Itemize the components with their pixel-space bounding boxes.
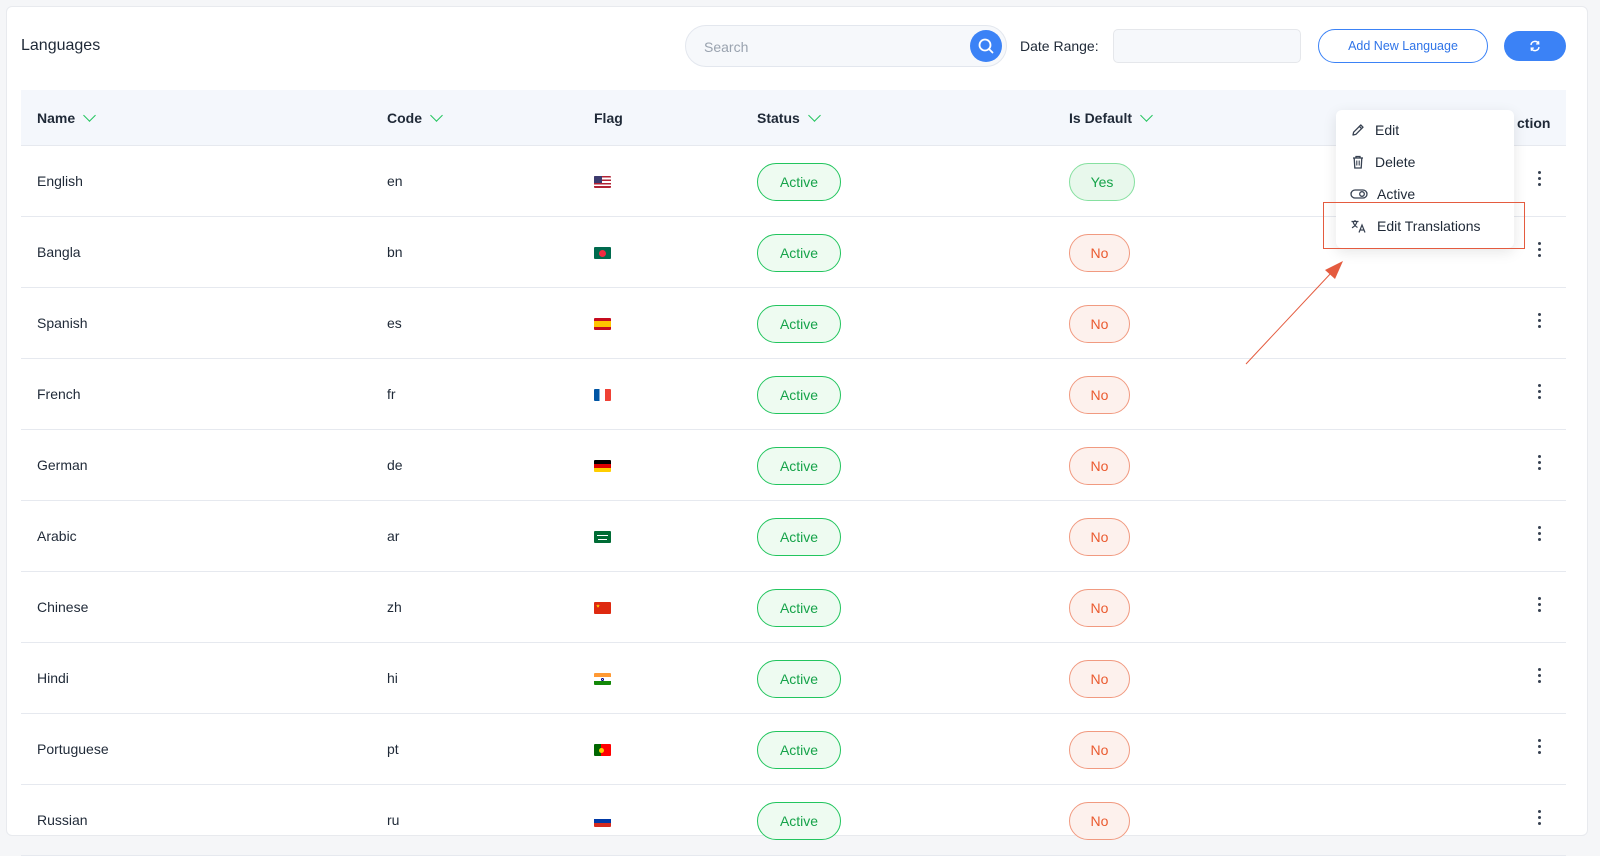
sort-chevron-icon: [83, 109, 97, 122]
language-name: Bangla: [37, 244, 81, 260]
search-input[interactable]: [704, 36, 954, 58]
table-row: French fr Active No: [21, 359, 1566, 430]
default-badge: No: [1069, 447, 1130, 485]
status-badge: Active: [757, 376, 841, 414]
language-code: es: [387, 315, 402, 331]
column-header-name[interactable]: Name: [37, 109, 97, 126]
refresh-icon: [1530, 40, 1540, 52]
date-range-input[interactable]: [1113, 29, 1301, 63]
language-code: ar: [387, 528, 400, 544]
flag-cn-icon: [594, 602, 611, 614]
status-badge: Active: [757, 163, 841, 201]
default-badge: No: [1069, 376, 1130, 414]
default-badge: Yes: [1069, 163, 1135, 201]
menu-item-edit[interactable]: Edit: [1350, 119, 1399, 141]
row-actions-menu-icon[interactable]: [1531, 805, 1547, 829]
default-badge: No: [1069, 589, 1130, 627]
refresh-button[interactable]: [1504, 31, 1566, 61]
status-badge: Active: [757, 660, 841, 698]
row-actions-menu-icon[interactable]: [1531, 521, 1547, 545]
status-badge: Active: [757, 518, 841, 556]
table-row: Spanish es Active No: [21, 288, 1566, 359]
row-actions-menu-icon[interactable]: [1531, 379, 1547, 403]
row-actions-menu-icon[interactable]: [1531, 237, 1547, 261]
status-badge: Active: [757, 305, 841, 343]
flag-de-icon: [594, 460, 611, 472]
add-language-button[interactable]: Add New Language: [1318, 29, 1488, 63]
default-badge: No: [1069, 234, 1130, 272]
flag-pt-icon: [594, 744, 611, 756]
sort-chevron-icon: [1140, 109, 1153, 122]
language-name: Portuguese: [37, 741, 109, 757]
column-header-action: ction: [1517, 115, 1551, 131]
table-row: Arabic ar Active No: [21, 501, 1566, 572]
default-badge: No: [1069, 660, 1130, 698]
pencil-icon: [1352, 124, 1364, 136]
sort-chevron-icon: [430, 109, 443, 122]
annotation-highlight-box: [1323, 202, 1525, 249]
language-name: Spanish: [37, 315, 88, 331]
toolbar: Languages Date Range: Add New Language: [7, 7, 1587, 89]
flag-ru-icon: [594, 815, 611, 827]
row-actions-menu-icon[interactable]: [1531, 308, 1547, 332]
language-name: German: [37, 457, 88, 473]
column-header-is-default[interactable]: Is Default: [1069, 109, 1153, 126]
flag-sa-icon: [594, 531, 611, 543]
language-code: hi: [387, 670, 398, 686]
row-actions-menu-icon[interactable]: [1531, 663, 1547, 687]
default-badge: No: [1069, 731, 1130, 769]
flag-in-icon: [594, 673, 611, 685]
date-range-label: Date Range:: [1020, 38, 1099, 54]
flag-bd-icon: [594, 247, 611, 259]
language-code: ru: [387, 812, 400, 828]
row-actions-menu-icon[interactable]: [1531, 734, 1547, 758]
row-actions-menu-icon[interactable]: [1531, 166, 1547, 190]
table-row: German de Active No: [21, 430, 1566, 501]
search-button[interactable]: [970, 30, 1002, 62]
row-actions-menu-icon[interactable]: [1531, 592, 1547, 616]
toggle-icon: [1350, 189, 1368, 199]
menu-item-delete[interactable]: Delete: [1350, 151, 1415, 173]
default-badge: No: [1069, 305, 1130, 343]
language-code: de: [387, 457, 403, 473]
flag-fr-icon: [594, 389, 611, 401]
search-box[interactable]: [685, 25, 1007, 67]
status-badge: Active: [757, 234, 841, 272]
table-header: Name Code Flag Status Is Default: [21, 90, 1566, 146]
status-badge: Active: [757, 731, 841, 769]
language-name: French: [37, 386, 81, 402]
column-header-code[interactable]: Code: [387, 109, 443, 126]
language-name: Arabic: [37, 528, 77, 544]
status-badge: Active: [757, 802, 841, 840]
language-code: bn: [387, 244, 403, 260]
language-name: Chinese: [37, 599, 89, 615]
status-badge: Active: [757, 447, 841, 485]
page-title: Languages: [21, 37, 101, 54]
language-code: pt: [387, 741, 399, 757]
sort-chevron-icon: [807, 109, 821, 122]
flag-us-icon: [594, 176, 611, 188]
language-name: Russian: [37, 812, 88, 828]
search-icon: [978, 38, 994, 54]
table-body: English en Active Yes Bangla bn Active No Spanis…: [21, 146, 1566, 856]
table-row: Hindi hi Active No: [21, 643, 1566, 714]
default-badge: No: [1069, 518, 1130, 556]
column-header-status[interactable]: Status: [757, 109, 821, 126]
table-row: Portuguese pt Active No: [21, 714, 1566, 785]
table-row: Russian ru Active No: [21, 785, 1566, 856]
language-name: Hindi: [37, 670, 69, 686]
trash-icon: [1353, 155, 1363, 169]
status-badge: Active: [757, 589, 841, 627]
language-code: zh: [387, 599, 402, 615]
row-actions-menu-icon[interactable]: [1531, 450, 1547, 474]
column-header-flag: Flag: [594, 110, 623, 126]
language-code: fr: [387, 386, 396, 402]
table-row: Chinese zh Active No: [21, 572, 1566, 643]
language-code: en: [387, 173, 403, 189]
language-name: English: [37, 173, 83, 189]
default-badge: No: [1069, 802, 1130, 840]
flag-es-icon: [594, 318, 611, 330]
